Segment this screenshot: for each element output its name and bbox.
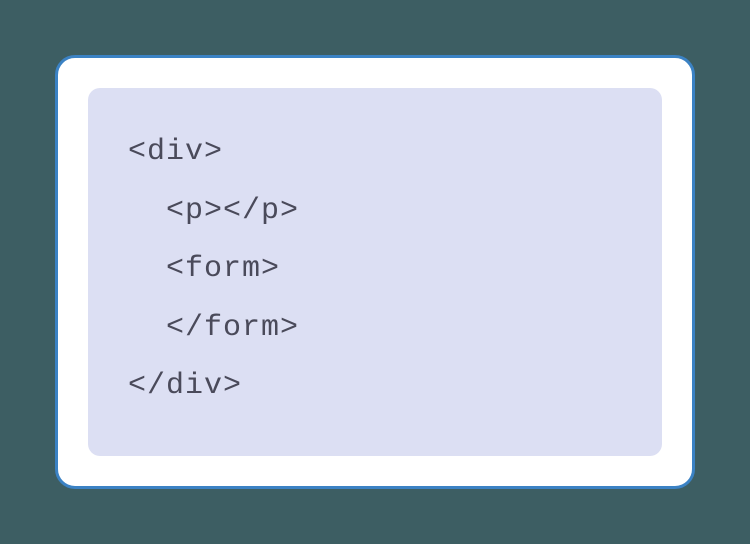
code-line: <p></p> <box>128 182 622 241</box>
code-line: <form> <box>128 240 622 299</box>
code-block: <div> <p></p> <form> </form> </div> <box>88 88 662 456</box>
code-card: <div> <p></p> <form> </form> </div> <box>55 55 695 489</box>
code-line: <div> <box>128 123 622 182</box>
code-line: </form> <box>128 299 622 358</box>
code-line: </div> <box>128 357 622 416</box>
